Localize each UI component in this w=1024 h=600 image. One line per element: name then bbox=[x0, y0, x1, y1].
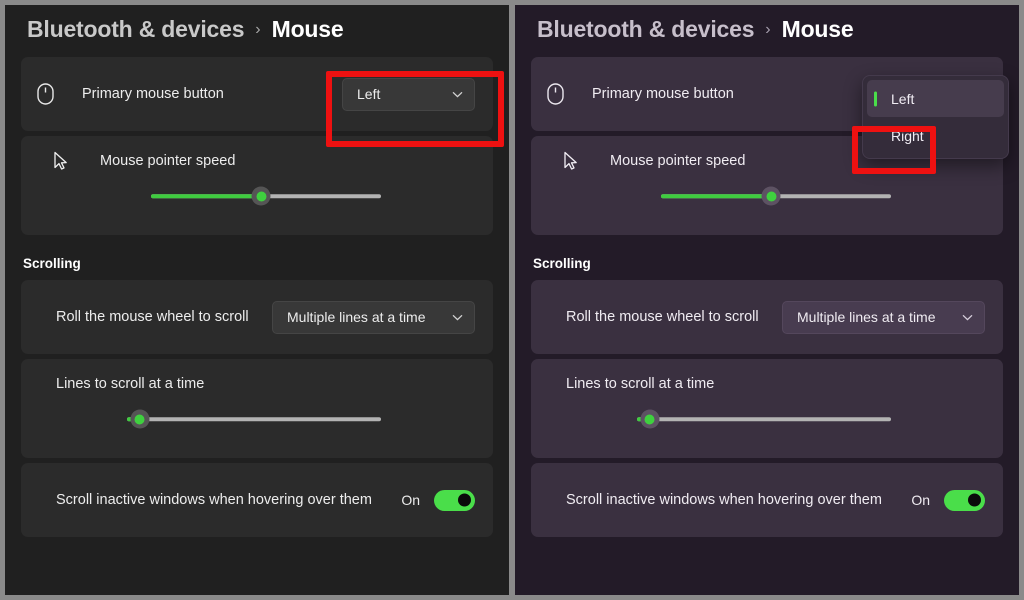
cursor-arrow-icon bbox=[37, 151, 83, 171]
mouse-pointer-speed-label: Mouse pointer speed bbox=[100, 153, 236, 169]
mouse-wheel-scroll-value: Multiple lines at a time bbox=[287, 309, 426, 325]
lines-to-scroll-slider-line bbox=[547, 408, 987, 430]
primary-mouse-button-card: Primary mouse button Left bbox=[21, 57, 493, 131]
settings-panel-before: Bluetooth & devices › Mouse Primary mous… bbox=[0, 0, 512, 600]
mouse-pointer-speed-slider[interactable] bbox=[661, 185, 891, 207]
lines-to-scroll-slider[interactable] bbox=[637, 408, 891, 430]
scrolling-section-heading: Scrolling bbox=[23, 256, 81, 271]
dropdown-option-left-label: Left bbox=[891, 90, 915, 107]
breadcrumb-root[interactable]: Bluetooth & devices bbox=[27, 16, 244, 43]
mouse-wheel-scroll-card: Roll the mouse wheel to scroll Multiple … bbox=[531, 280, 1003, 354]
scroll-inactive-windows-card: Scroll inactive windows when hovering ov… bbox=[21, 463, 493, 537]
dropdown-option-right[interactable]: Right bbox=[867, 117, 1004, 154]
scroll-inactive-windows-label: Scroll inactive windows when hovering ov… bbox=[566, 492, 882, 508]
lines-to-scroll-row: Lines to scroll at a time bbox=[531, 359, 1003, 458]
mouse-icon bbox=[547, 83, 581, 105]
scroll-inactive-windows-label: Scroll inactive windows when hovering ov… bbox=[56, 492, 372, 508]
mouse-wheel-scroll-dropdown[interactable]: Multiple lines at a time bbox=[782, 300, 985, 334]
lines-to-scroll-label: Lines to scroll at a time bbox=[566, 376, 715, 392]
breadcrumb-root[interactable]: Bluetooth & devices bbox=[537, 16, 754, 43]
slider-thumb[interactable] bbox=[130, 409, 150, 429]
slider-track bbox=[637, 417, 891, 421]
lines-to-scroll-label: Lines to scroll at a time bbox=[56, 376, 205, 392]
toggle-state-label: On bbox=[911, 492, 930, 508]
slider-track bbox=[127, 417, 381, 421]
scroll-inactive-toggle-wrap: On bbox=[401, 489, 475, 511]
mouse-wheel-scroll-row: Roll the mouse wheel to scroll Multiple … bbox=[531, 280, 1003, 354]
mouse-pointer-speed-slider-line bbox=[37, 151, 477, 207]
chevron-right-icon: › bbox=[765, 20, 771, 38]
mouse-wheel-scroll-card: Roll the mouse wheel to scroll Multiple … bbox=[21, 280, 493, 354]
slider-thumb[interactable] bbox=[761, 186, 781, 206]
lines-to-scroll-slider[interactable] bbox=[127, 408, 381, 430]
mouse-pointer-speed-row: Mouse pointer speed bbox=[21, 136, 493, 235]
primary-mouse-button-label: Primary mouse button bbox=[82, 86, 224, 102]
mouse-wheel-scroll-dropdown[interactable]: Multiple lines at a time bbox=[272, 300, 475, 334]
scroll-inactive-windows-card: Scroll inactive windows when hovering ov… bbox=[531, 463, 1003, 537]
mouse-pointer-speed-slider[interactable] bbox=[151, 185, 381, 207]
chevron-down-icon bbox=[452, 91, 463, 98]
mouse-pointer-speed-card: Mouse pointer speed bbox=[21, 136, 493, 235]
page-title: Mouse bbox=[781, 16, 854, 42]
breadcrumb: Bluetooth & devices › Mouse bbox=[21, 5, 493, 57]
mouse-wheel-scroll-value: Multiple lines at a time bbox=[797, 309, 936, 325]
cursor-arrow-icon bbox=[547, 151, 593, 171]
settings-panel-after: Bluetooth & devices › Mouse Primary mous… bbox=[512, 0, 1024, 600]
slider-fill bbox=[151, 194, 262, 198]
scroll-inactive-toggle-wrap: On bbox=[911, 489, 985, 511]
mouse-wheel-scroll-row: Roll the mouse wheel to scroll Multiple … bbox=[21, 280, 493, 354]
scroll-inactive-windows-row: Scroll inactive windows when hovering ov… bbox=[21, 463, 493, 537]
comparison-screenshot: Bluetooth & devices › Mouse Primary mous… bbox=[0, 0, 1024, 600]
lines-to-scroll-card: Lines to scroll at a time bbox=[531, 359, 1003, 458]
toggle-state-label: On bbox=[401, 492, 420, 508]
lines-to-scroll-card: Lines to scroll at a time bbox=[21, 359, 493, 458]
slider-thumb[interactable] bbox=[640, 409, 660, 429]
chevron-down-icon bbox=[962, 314, 973, 321]
slider-thumb[interactable] bbox=[251, 186, 271, 206]
chevron-right-icon: › bbox=[255, 20, 261, 38]
mouse-icon bbox=[37, 83, 71, 105]
mouse-pointer-speed-slider-line bbox=[547, 151, 987, 207]
primary-mouse-button-dropdown-menu: Left Right bbox=[862, 75, 1009, 159]
primary-mouse-button-row: Primary mouse button Left bbox=[21, 57, 493, 131]
lines-to-scroll-row: Lines to scroll at a time bbox=[21, 359, 493, 458]
chevron-down-icon bbox=[452, 314, 463, 321]
scroll-inactive-windows-toggle[interactable] bbox=[434, 489, 475, 511]
primary-mouse-button-dropdown[interactable]: Left bbox=[342, 77, 475, 111]
scroll-inactive-windows-row: Scroll inactive windows when hovering ov… bbox=[531, 463, 1003, 537]
mouse-wheel-scroll-label: Roll the mouse wheel to scroll bbox=[56, 309, 249, 325]
scrolling-section-heading: Scrolling bbox=[533, 256, 591, 271]
lines-to-scroll-slider-line bbox=[37, 408, 477, 430]
slider-fill bbox=[661, 194, 772, 198]
primary-mouse-button-value: Left bbox=[357, 86, 381, 102]
primary-mouse-button-card: Primary mouse button Left Right bbox=[531, 57, 1009, 159]
dropdown-option-left[interactable]: Left bbox=[867, 80, 1004, 117]
breadcrumb: Bluetooth & devices › Mouse bbox=[531, 5, 1003, 57]
scroll-inactive-windows-toggle[interactable] bbox=[944, 489, 985, 511]
page-title: Mouse bbox=[271, 16, 344, 42]
mouse-wheel-scroll-label: Roll the mouse wheel to scroll bbox=[566, 309, 759, 325]
dropdown-option-right-label: Right bbox=[891, 127, 924, 144]
